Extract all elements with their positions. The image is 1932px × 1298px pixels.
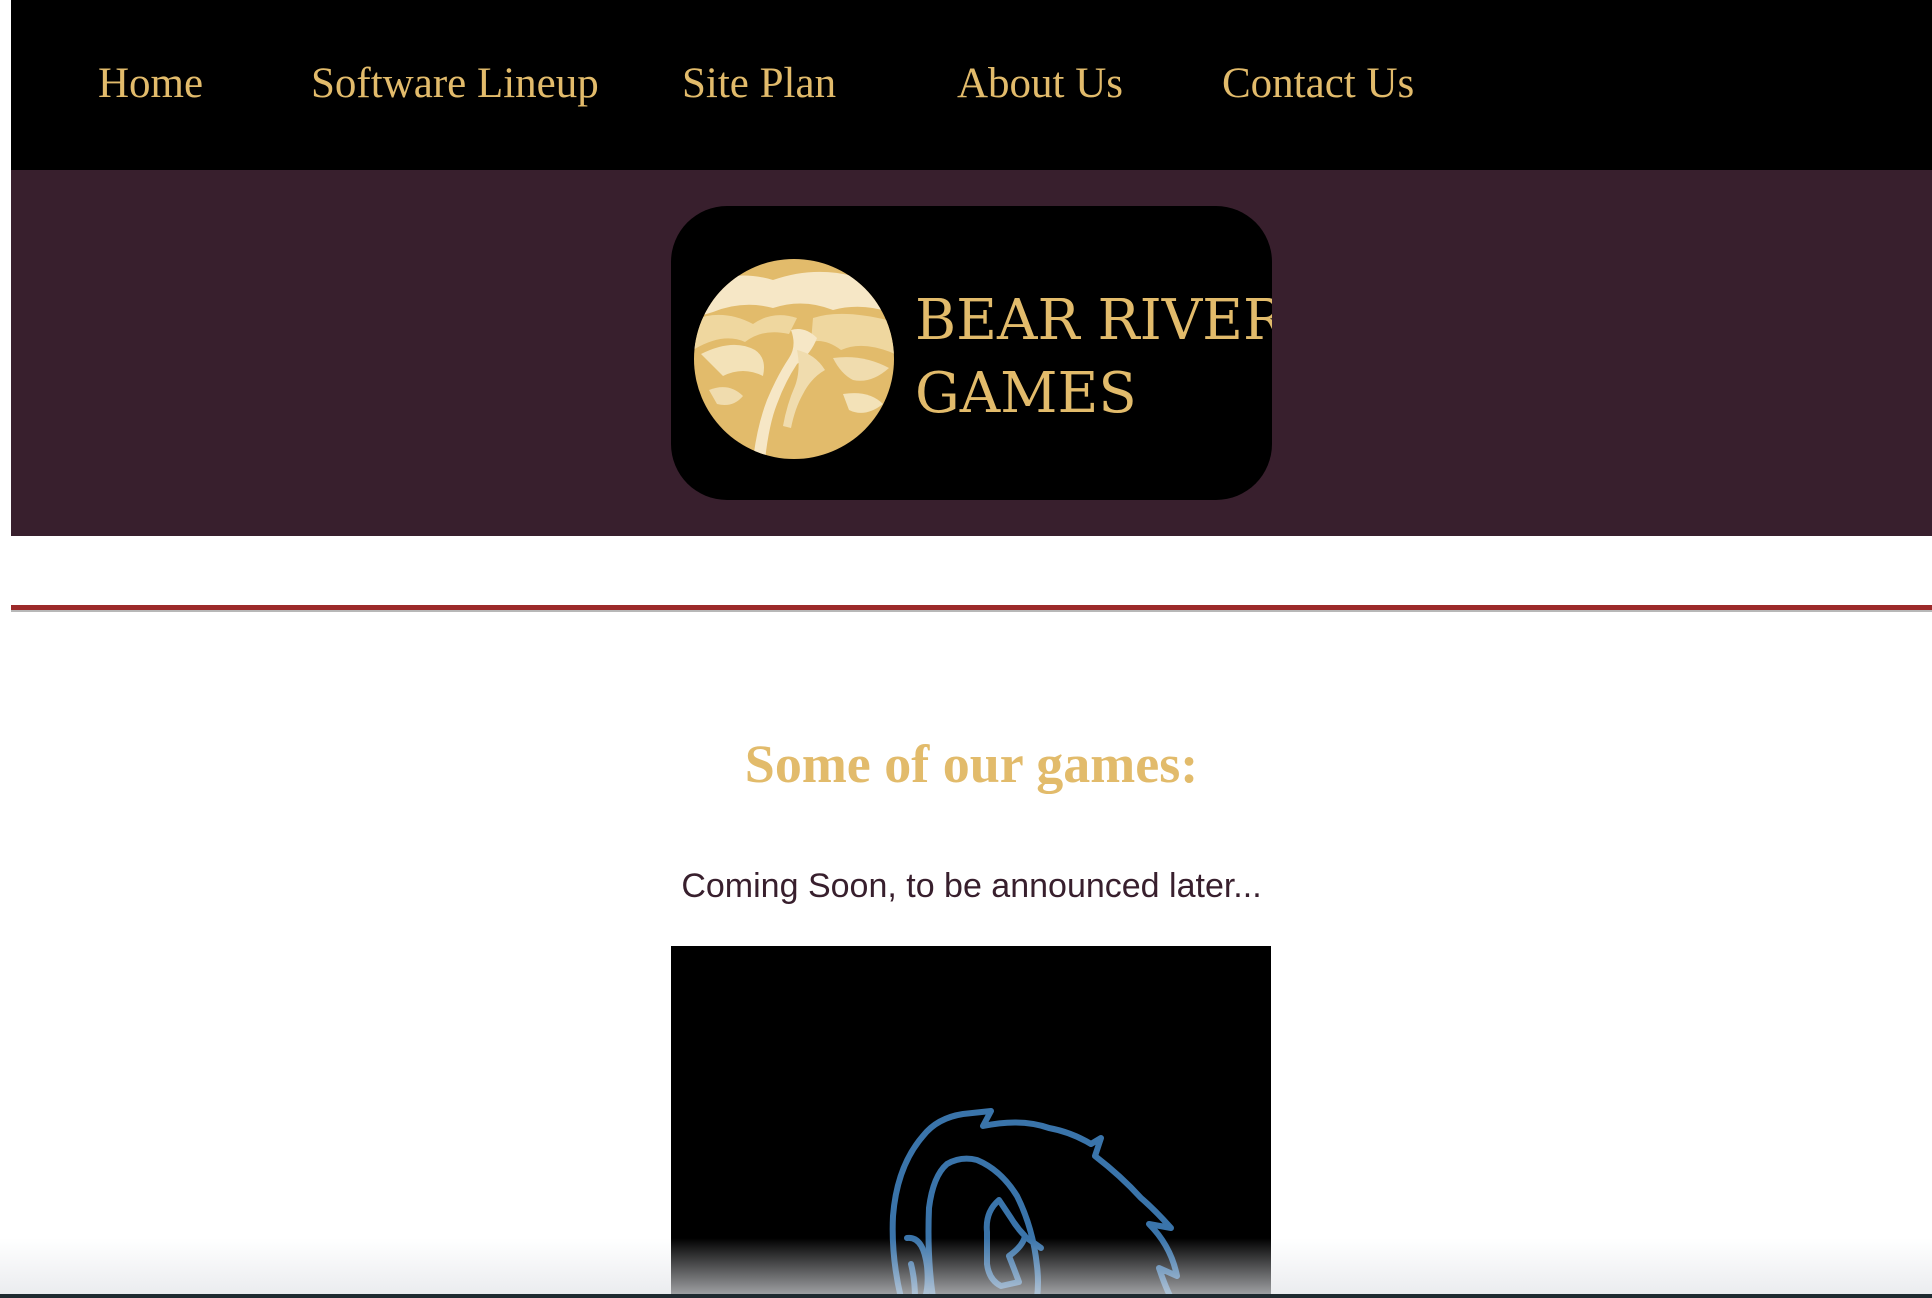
brand-logo[interactable]: BEAR RIVER GAMES [671,206,1272,500]
brand-name-line-1: BEAR RIVER [915,288,1272,353]
page: Home Software Lineup Site Plan About Us … [11,0,1932,1298]
page-title: Some of our games: [744,733,1199,794]
mountain-valley-moon-icon [694,259,894,459]
viewport-bottom-edge [0,1294,1932,1298]
brand-wordmark: BEAR RIVER GAMES [915,284,1272,430]
nav-link-site-plan[interactable]: Site Plan [682,58,836,110]
section-divider [11,605,1932,612]
top-navigation-bar: Home Software Lineup Site Plan About Us … [11,0,1932,170]
nav-link-home[interactable]: Home [98,58,203,110]
hero-banner: BEAR RIVER GAMES [11,170,1932,536]
nav-link-contact-us[interactable]: Contact Us [1222,58,1414,110]
blue-bear-outline-icon [889,1108,1180,1298]
nav-link-software-lineup[interactable]: Software Lineup [311,58,599,110]
coming-soon-text: Coming Soon, to be announced later... [681,867,1262,905]
nav-link-about-us[interactable]: About Us [957,58,1123,110]
game-preview-card[interactable] [671,946,1271,1298]
brand-name-line-2: GAMES [915,361,1137,426]
